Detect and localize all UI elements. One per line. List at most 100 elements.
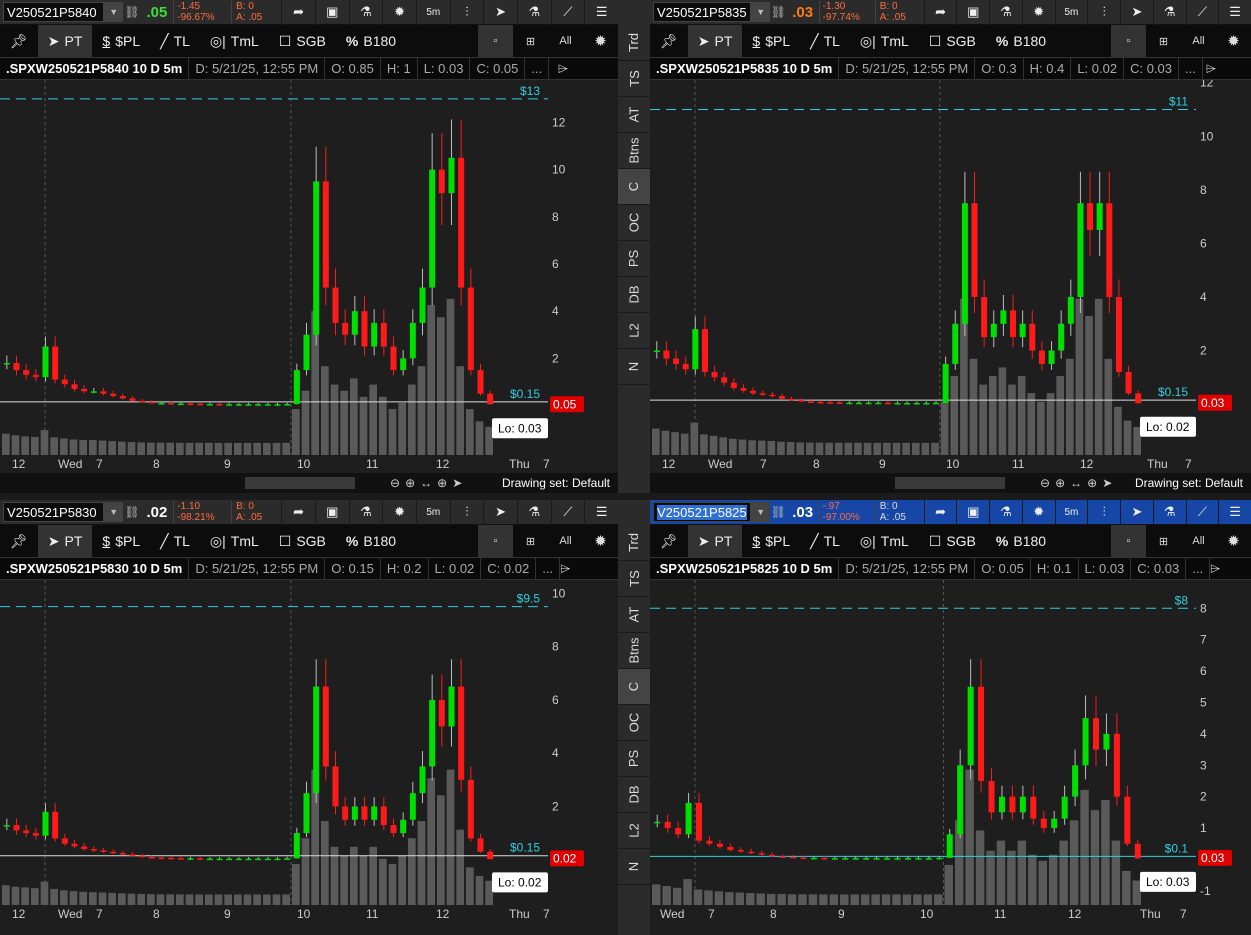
more-info[interactable]: ... (536, 557, 561, 580)
more-info[interactable]: ... (1186, 557, 1211, 580)
drawings-icon[interactable]: ⟋ (1185, 500, 1219, 525)
side-tab-ps[interactable]: PS (618, 741, 650, 777)
single-layout-button[interactable]: ▫ (478, 524, 513, 558)
drawing-set-label[interactable]: Drawing set: Default (1135, 476, 1243, 490)
menu-icon[interactable]: ☰ (584, 0, 618, 25)
crosshair-icon[interactable]: ⊕ (437, 476, 447, 490)
side-tab-c[interactable]: C (618, 669, 650, 705)
settings-gear-icon[interactable]: ✹ (1216, 525, 1251, 558)
studies-icon[interactable]: ⚗ (516, 0, 551, 25)
symbol-input[interactable]: V250521P5825 (653, 502, 752, 522)
interval-button[interactable]: 5m (1054, 0, 1088, 25)
grid-layout-button[interactable]: ⊞ (1146, 25, 1181, 58)
link-icon[interactable]: ⛓ (770, 5, 787, 19)
drawing-set-label[interactable]: Drawing set: Default (502, 476, 610, 490)
pointer-tool[interactable]: ➤ PT (37, 24, 93, 58)
symbol-input[interactable]: V250521P5835 (653, 2, 752, 22)
cursor-icon[interactable]: ➤ (452, 476, 462, 490)
flask-icon[interactable]: ⚗ (348, 500, 383, 525)
single-layout-button[interactable]: ▫ (1111, 24, 1146, 58)
zoom-out-icon[interactable]: ⊖ (1040, 476, 1050, 490)
pointer-tool[interactable]: ➤ PT (687, 24, 743, 58)
cursor-icon[interactable]: ➤ (1120, 0, 1153, 25)
symbol-dropdown[interactable]: ▼ (751, 502, 770, 522)
studies-icon[interactable]: ⚗ (1152, 500, 1186, 525)
gear-icon[interactable]: ✹ (1021, 0, 1055, 25)
link-icon[interactable]: ⛓ (770, 505, 787, 519)
all-button[interactable]: All (548, 25, 583, 58)
side-tab-ps[interactable]: PS (618, 241, 650, 277)
side-tab-btns[interactable]: Btns (618, 133, 650, 169)
news-icon[interactable]: ▣ (956, 0, 989, 25)
drawings-icon[interactable]: ⟋ (550, 500, 585, 525)
candle-style-icon[interactable]: ⫶ (1087, 500, 1120, 525)
b180-tool[interactable]: % B180 (986, 525, 1056, 558)
trendline-tool[interactable]: ╱ TL (800, 25, 850, 58)
side-tab-l2[interactable]: L2 (618, 313, 650, 349)
cursor-icon[interactable]: ➤ (1102, 476, 1112, 490)
studies-icon[interactable]: ⚗ (1152, 0, 1186, 25)
flask-icon[interactable]: ⚗ (348, 0, 383, 25)
symbol-dropdown[interactable]: ▼ (751, 2, 770, 22)
b180-tool[interactable]: % B180 (336, 525, 406, 558)
side-tab-n[interactable]: N (618, 349, 650, 385)
gear-icon[interactable]: ✹ (382, 500, 416, 525)
sgb-tool[interactable]: ☐ SGB (269, 25, 336, 58)
side-tab-n[interactable]: N (618, 849, 650, 885)
side-tab-oc[interactable]: OC (618, 705, 650, 741)
candle-style-icon[interactable]: ⫶ (449, 0, 484, 25)
timeline-tool[interactable]: ◎| TmL (850, 25, 919, 58)
b180-tool[interactable]: % B180 (336, 25, 406, 58)
price-chart[interactable]: 12 10 8 6 4 2 $11 $0.15 0.03 Lo: 0.02 (650, 80, 1251, 455)
scroll-thumb[interactable] (245, 477, 355, 489)
pl-tool[interactable]: $ $PL (92, 525, 150, 558)
flask-icon[interactable]: ⚗ (989, 500, 1022, 525)
zoom-in-icon[interactable]: ⊕ (1055, 476, 1065, 490)
grid-layout-button[interactable]: ⊞ (1146, 525, 1181, 558)
candle-style-icon[interactable]: ⫶ (1087, 0, 1120, 25)
sgb-tool[interactable]: ☐ SGB (919, 25, 986, 58)
gear-icon[interactable]: ✹ (382, 0, 416, 25)
menu-icon[interactable]: ☰ (584, 500, 618, 525)
all-button[interactable]: All (1181, 25, 1216, 58)
pl-tool[interactable]: $ $PL (742, 525, 800, 558)
settings-gear-icon[interactable]: ✹ (583, 25, 618, 58)
side-tab-btns[interactable]: Btns (618, 633, 650, 669)
trendline-tool[interactable]: ╱ TL (800, 525, 850, 558)
settings-gear-icon[interactable]: ✹ (1216, 25, 1251, 58)
zoom-in-icon[interactable]: ⊕ (405, 476, 415, 490)
news-icon[interactable]: ▣ (314, 0, 349, 25)
price-chart[interactable]: 10 8 6 4 2 $9.5 $0.15 0.02 Lo: 0.02 (0, 580, 618, 905)
news-icon[interactable]: ▣ (314, 500, 349, 525)
trendline-tool[interactable]: ╱ TL (150, 525, 200, 558)
pan-icon[interactable]: ↔ (1070, 476, 1082, 490)
sgb-tool[interactable]: ☐ SGB (919, 525, 986, 558)
menu-icon[interactable]: ☰ (1218, 0, 1251, 25)
gear-icon[interactable]: ✹ (1021, 500, 1055, 525)
share-icon[interactable]: ➦ (281, 500, 315, 525)
pan-icon[interactable]: ↔ (420, 476, 432, 490)
side-tab-l2[interactable]: L2 (618, 813, 650, 849)
interval-button[interactable]: 5m (415, 0, 450, 25)
side-tab-oc[interactable]: OC (618, 205, 650, 241)
side-tab-c[interactable]: C (618, 169, 650, 205)
menu-icon[interactable]: ☰ (1218, 500, 1251, 525)
all-button[interactable]: All (548, 525, 583, 558)
interval-button[interactable]: 5m (415, 500, 450, 525)
pl-tool[interactable]: $ $PL (742, 25, 800, 58)
grid-layout-button[interactable]: ⊞ (513, 525, 548, 558)
pin-button[interactable]: 📌︎ (0, 525, 38, 558)
single-layout-button[interactable]: ▫ (1111, 524, 1146, 558)
symbol-input[interactable]: V250521P5830 (3, 502, 105, 522)
zoom-out-icon[interactable]: ⊖ (390, 476, 400, 490)
timeline-tool[interactable]: ◎| TmL (200, 525, 269, 558)
side-tab-ts[interactable]: TS (618, 61, 650, 97)
single-layout-button[interactable]: ▫ (478, 24, 513, 58)
more-info[interactable]: ... (525, 57, 550, 80)
chart-scrollbar[interactable]: ⊖ ⊕ ↔ ⊕ ➤ Drawing set: Default (0, 473, 618, 493)
drawings-icon[interactable]: ⟋ (550, 0, 585, 25)
timeline-tool[interactable]: ◎| TmL (850, 525, 919, 558)
timeline-tool[interactable]: ◎| TmL (200, 25, 269, 58)
grid-layout-button[interactable]: ⊞ (513, 25, 548, 58)
sgb-tool[interactable]: ☐ SGB (269, 525, 336, 558)
